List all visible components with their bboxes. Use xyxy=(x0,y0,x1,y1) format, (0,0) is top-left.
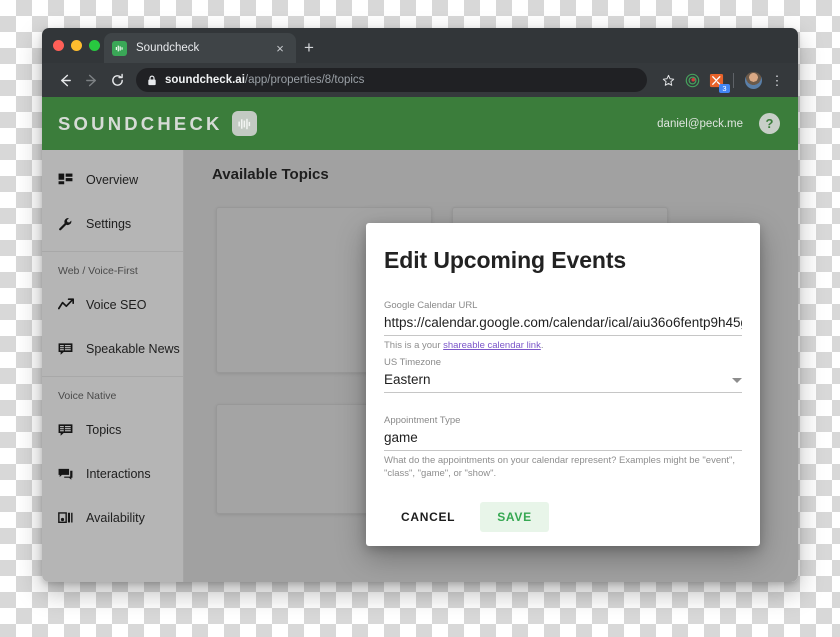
hint-text-before: This is a your xyxy=(384,340,444,351)
app-header: SOUNDCHECK daniel@peck.me ? xyxy=(42,97,798,150)
sidebar-item-label: Interactions xyxy=(86,467,151,481)
kebab-menu-icon: ⋮ xyxy=(770,72,784,88)
browser-tab-strip: Soundcheck × + xyxy=(42,28,798,63)
bookmark-star-icon[interactable] xyxy=(657,69,679,91)
browser-tab[interactable]: Soundcheck × xyxy=(104,33,296,63)
dialog-actions: CANCEL SAVE xyxy=(384,502,742,533)
cancel-button[interactable]: CANCEL xyxy=(388,502,468,532)
url-host: soundcheck.ai xyxy=(165,74,245,86)
page-viewport: SOUNDCHECK daniel@peck.me ? Overview Set… xyxy=(42,97,798,582)
wrench-icon xyxy=(58,217,76,232)
extension-target-icon[interactable] xyxy=(681,69,703,91)
calendar-url-input[interactable]: https://calendar.google.com/calendar/ica… xyxy=(384,314,742,336)
timezone-label: US Timezone xyxy=(384,356,442,368)
browser-menu-button[interactable]: ⋮ xyxy=(766,69,788,91)
address-bar-url: soundcheck.ai/app/properties/8/topics xyxy=(165,74,364,86)
sidebar-item-overview[interactable]: Overview xyxy=(42,158,183,202)
chat-icon xyxy=(58,467,76,482)
sidebar-section-web: Web / Voice-First xyxy=(58,265,138,277)
sidebar-item-settings[interactable]: Settings xyxy=(42,202,183,246)
chevron-down-icon xyxy=(732,377,742,383)
timezone-field: US Timezone Eastern xyxy=(384,357,742,393)
sidebar-item-availability[interactable]: Availability xyxy=(42,496,183,540)
waveform-icon xyxy=(231,111,257,136)
extension-puzzle-icon[interactable]: 3 xyxy=(705,69,730,93)
shareable-calendar-link[interactable]: shareable calendar link xyxy=(443,340,541,351)
dialog-title: Edit Upcoming Events xyxy=(384,247,627,273)
sidebar-item-voice-seo[interactable]: Voice SEO xyxy=(42,283,183,327)
appointment-type-value: game xyxy=(384,429,418,445)
address-bar[interactable]: soundcheck.ai/app/properties/8/topics xyxy=(136,68,647,92)
back-button[interactable] xyxy=(52,67,78,93)
main-content: Available Topics o ut your Edit Upcoming… xyxy=(184,150,798,582)
new-tab-button[interactable]: + xyxy=(304,39,314,56)
forward-button[interactable] xyxy=(78,67,104,93)
timezone-value: Eastern xyxy=(384,371,431,387)
timezone-select[interactable]: Eastern xyxy=(384,371,742,393)
calendar-url-hint: This is a your shareable calendar link. xyxy=(384,340,742,353)
appointment-type-field: Appointment Type game What do the appoin… xyxy=(384,415,742,481)
close-tab-icon[interactable]: × xyxy=(272,42,288,55)
hint-text-after: . xyxy=(540,340,544,351)
field-spacer xyxy=(384,397,742,415)
help-icon[interactable]: ? xyxy=(759,113,780,134)
extension-badge-count: 3 xyxy=(719,84,730,93)
sidebar-item-interactions[interactable]: Interactions xyxy=(42,452,183,496)
appointment-type-hint: What do the appointments on your calenda… xyxy=(384,454,736,479)
sidebar-item-topics[interactable]: Topics xyxy=(42,408,183,452)
app-body: Overview Settings Web / Voice-First Voic… xyxy=(42,150,798,582)
app-logo-text: SOUNDCHECK xyxy=(58,112,223,134)
minimize-window-button[interactable] xyxy=(71,40,82,51)
avatar xyxy=(744,71,762,89)
maximize-window-button[interactable] xyxy=(89,40,100,51)
reload-button[interactable] xyxy=(104,67,130,93)
save-button[interactable]: SAVE xyxy=(480,502,549,533)
toolbar-divider xyxy=(733,72,734,88)
lock-icon xyxy=(147,75,157,86)
sidebar-item-label: Settings xyxy=(86,217,132,231)
calendar-url-field: Google Calendar URL https://calendar.goo… xyxy=(384,300,742,353)
soundcheck-favicon-icon xyxy=(112,40,127,56)
sidebar-item-label: Voice SEO xyxy=(86,298,147,312)
sidebar: Overview Settings Web / Voice-First Voic… xyxy=(42,150,184,582)
dashboard-icon xyxy=(58,173,76,188)
browser-window: Soundcheck × + soundcheck.ai/app/propert… xyxy=(42,28,798,582)
appointment-type-label: Appointment Type xyxy=(384,414,461,426)
calendar-url-label: Google Calendar URL xyxy=(384,300,478,311)
sidebar-item-label: Speakable News xyxy=(86,342,180,356)
url-path: /app/properties/8/topics xyxy=(244,74,365,86)
browser-tab-title: Soundcheck xyxy=(136,42,200,54)
sidebar-item-label: Overview xyxy=(86,173,139,187)
close-window-button[interactable] xyxy=(53,40,64,51)
browser-toolbar: soundcheck.ai/app/properties/8/topics 3 xyxy=(42,63,798,97)
article-icon xyxy=(58,342,76,357)
edit-upcoming-events-dialog: Edit Upcoming Events Google Calendar URL… xyxy=(366,223,760,547)
appointment-type-input[interactable]: game xyxy=(384,429,742,451)
user-email-label: daniel@peck.me xyxy=(657,117,743,130)
sidebar-item-speakable-news[interactable]: Speakable News xyxy=(42,327,183,371)
trending-up-icon xyxy=(58,298,76,312)
sidebar-item-label: Availability xyxy=(86,511,145,525)
window-traffic-lights xyxy=(53,40,100,51)
profile-avatar[interactable] xyxy=(742,69,764,91)
calendar-view-icon xyxy=(58,511,76,525)
sidebar-section-native: Voice Native xyxy=(58,390,117,402)
sidebar-item-label: Topics xyxy=(86,423,122,437)
topic-icon xyxy=(58,423,76,438)
calendar-url-value: https://calendar.google.com/calendar/ica… xyxy=(384,315,742,330)
